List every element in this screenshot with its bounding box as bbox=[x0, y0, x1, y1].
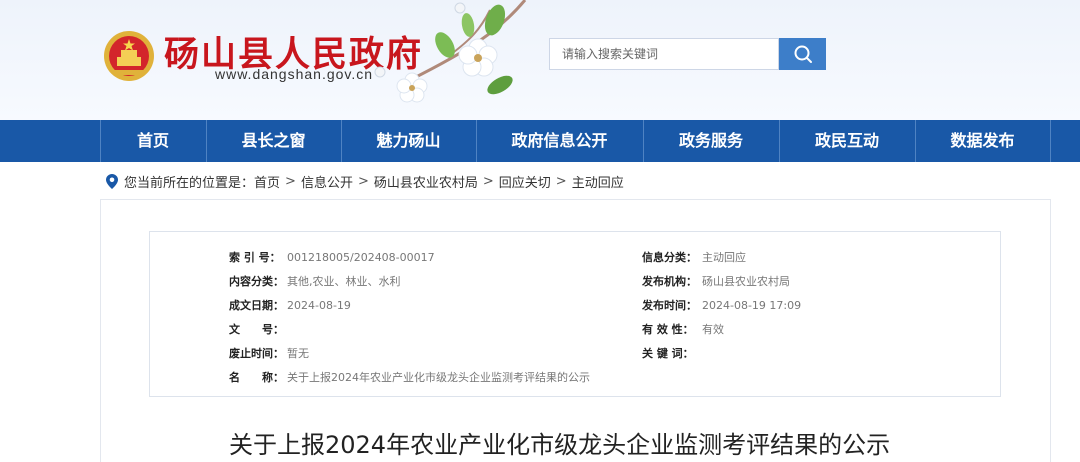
meta-label: 发布时间： bbox=[642, 299, 697, 312]
main-nav: 首页 县长之窗 魅力砀山 政府信息公开 政务服务 政民互动 数据发布 bbox=[0, 120, 1080, 162]
nav-item-data[interactable]: 数据发布 bbox=[915, 120, 1050, 162]
meta-content-type: 内容分类： 其他,农业、林业、水利 bbox=[229, 273, 401, 289]
meta-name: 名 称： 关于上报2024年农业产业化市级龙头企业监测考评结果的公示 bbox=[229, 369, 590, 385]
meta-value: 其他,农业、林业、水利 bbox=[287, 275, 401, 288]
article-title: 关于上报2024年农业产业化市级龙头企业监测考评结果的公示 bbox=[229, 431, 891, 459]
meta-doc-no: 文 号： bbox=[229, 321, 287, 337]
nav-item-county-head[interactable]: 县长之窗 bbox=[206, 120, 341, 162]
nav-item-services[interactable]: 政务服务 bbox=[643, 120, 779, 162]
meta-label: 名 称： bbox=[229, 371, 284, 384]
breadcrumb-separator: > bbox=[357, 173, 369, 189]
meta-value: 砀山县农业农村局 bbox=[702, 275, 790, 288]
breadcrumb-separator: > bbox=[482, 173, 494, 189]
breadcrumb-separator: > bbox=[555, 173, 567, 189]
breadcrumb-item-info[interactable]: 信息公开 bbox=[301, 172, 353, 191]
site-header: 砀山县人民政府 www.dangshan.gov.cn 请输入搜索关键词 bbox=[0, 0, 1080, 120]
meta-label: 关 键 词： bbox=[642, 347, 694, 360]
meta-label: 发布机构： bbox=[642, 275, 697, 288]
nav-item-charm[interactable]: 魅力砀山 bbox=[341, 120, 476, 162]
meta-value: 2024-08-19 17:09 bbox=[702, 299, 802, 312]
nav-divider bbox=[1050, 120, 1051, 162]
national-emblem-icon bbox=[104, 31, 154, 81]
meta-value: 001218005/202408-00017 bbox=[287, 251, 435, 264]
meta-label: 内容分类： bbox=[229, 275, 284, 288]
nav-item-interaction[interactable]: 政民互动 bbox=[779, 120, 915, 162]
meta-value: 2024-08-19 bbox=[287, 299, 351, 312]
meta-label: 文 号： bbox=[229, 323, 284, 336]
meta-published: 发布时间： 2024-08-19 17:09 bbox=[642, 297, 801, 313]
flower-decoration-icon bbox=[374, 0, 527, 103]
search-button[interactable] bbox=[779, 38, 826, 70]
meta-category: 信息分类： 主动回应 bbox=[642, 249, 746, 265]
search-input[interactable]: 请输入搜索关键词 bbox=[549, 38, 779, 70]
meta-validity: 有 效 性： 有效 bbox=[642, 321, 724, 337]
breadcrumb-prefix: 您当前所在的位置是： bbox=[124, 175, 255, 191]
meta-label: 成文日期： bbox=[229, 299, 284, 312]
breadcrumb-item-active[interactable]: 主动回应 bbox=[572, 172, 624, 191]
metadata-box: 索 引 号： 001218005/202408-00017 信息分类： 主动回应 内… bbox=[149, 231, 1001, 397]
meta-value: 暂无 bbox=[287, 347, 309, 360]
meta-value: 关于上报2024年农业产业化市级龙头企业监测考评结果的公示 bbox=[287, 371, 590, 384]
location-pin-icon bbox=[106, 173, 118, 189]
search-icon bbox=[794, 45, 812, 63]
breadcrumb-separator: > bbox=[285, 173, 296, 189]
nav-item-home[interactable]: 首页 bbox=[100, 120, 206, 162]
meta-label: 索 引 号： bbox=[229, 251, 281, 264]
meta-expiry: 废止时间： 暂无 bbox=[229, 345, 309, 361]
breadcrumb-item-response[interactable]: 回应关切 bbox=[499, 172, 551, 191]
meta-keywords: 关 键 词： bbox=[642, 345, 702, 361]
breadcrumb: 您当前所在的位置是： 首页 > 信息公开 > 砀山县农业农村局 > 回应关切 >… bbox=[106, 172, 624, 191]
breadcrumb-item-bureau[interactable]: 砀山县农业农村局 bbox=[374, 172, 478, 191]
meta-index-no: 索 引 号： 001218005/202408-00017 bbox=[229, 249, 435, 265]
meta-publisher: 发布机构： 砀山县农业农村局 bbox=[642, 273, 790, 289]
breadcrumb-item-home[interactable]: 首页 bbox=[254, 172, 280, 191]
meta-label: 有 效 性： bbox=[642, 323, 694, 336]
meta-value: 有效 bbox=[702, 323, 724, 336]
nav-item-gov-info[interactable]: 政府信息公开 bbox=[476, 120, 643, 162]
meta-value: 主动回应 bbox=[702, 251, 746, 264]
meta-label: 信息分类： bbox=[642, 251, 697, 264]
meta-created: 成文日期： 2024-08-19 bbox=[229, 297, 351, 313]
meta-label: 废止时间： bbox=[229, 347, 284, 360]
